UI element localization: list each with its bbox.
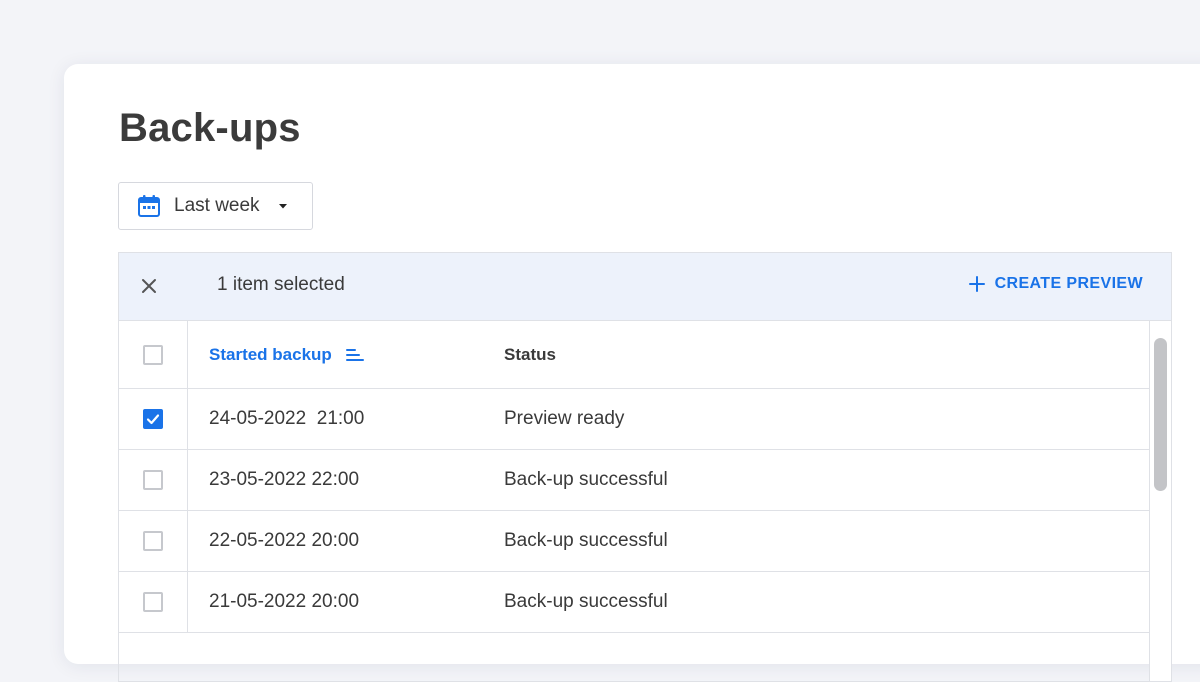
row-check-cell (119, 511, 188, 571)
started-backup-cell: 22-05-2022 20:00 (209, 530, 360, 551)
table-row[interactable]: 23-05-2022 22:00 Back-up successful (119, 450, 1151, 511)
selection-bar: 1 item selected CREATE PREVIEW (119, 253, 1171, 321)
row-checkbox[interactable] (143, 409, 163, 429)
started-backup-header[interactable]: Started backup (188, 345, 504, 365)
row-checkbox[interactable] (143, 531, 163, 551)
vertical-scrollbar[interactable] (1149, 321, 1171, 681)
scrollbar-thumb[interactable] (1154, 338, 1167, 491)
table-header-row: Started backup Status (119, 321, 1151, 389)
page-title: Back-ups (119, 106, 301, 150)
sort-icon (345, 348, 364, 361)
caret-down-icon (278, 204, 287, 209)
row-checkbox[interactable] (143, 592, 163, 612)
table-row[interactable]: 24-05-2022 21:00 Preview ready (119, 389, 1151, 450)
selected-count: 1 item selected (217, 274, 345, 295)
started-backup-cell: 23-05-2022 22:00 (209, 469, 360, 490)
close-icon[interactable] (140, 277, 158, 295)
status-cell: Preview ready (504, 408, 625, 429)
select-all-checkbox[interactable] (143, 344, 163, 365)
header-check-cell (119, 321, 188, 388)
started-backup-header-label: Started backup (209, 344, 332, 364)
checkmark-icon (146, 414, 160, 425)
table-row[interactable]: 22-05-2022 20:00 Back-up successful (119, 511, 1151, 572)
row-check-cell (119, 450, 188, 510)
calendar-icon (138, 195, 160, 217)
row-check-cell (119, 389, 188, 449)
status-cell: Back-up successful (504, 530, 668, 551)
backups-card: Back-ups Last week 1 item selected CREAT… (64, 64, 1200, 682)
status-cell: Back-up successful (504, 469, 668, 490)
table-grid: Started backup Status 24-05-2022 21:00 P… (119, 321, 1151, 633)
date-range-label: Last week (174, 195, 260, 216)
started-backup-cell: 21-05-2022 20:00 (209, 591, 360, 612)
row-check-cell (119, 572, 188, 632)
plus-icon (968, 276, 985, 292)
create-preview-label: CREATE PREVIEW (994, 275, 1143, 292)
status-header: Status (504, 344, 556, 364)
table-row[interactable]: 21-05-2022 20:00 Back-up successful (119, 572, 1151, 633)
backups-table: 1 item selected CREATE PREVIEW Started b… (118, 252, 1172, 682)
started-backup-cell: 24-05-2022 21:00 (209, 408, 365, 429)
date-range-dropdown[interactable]: Last week (118, 182, 313, 230)
status-cell: Back-up successful (504, 591, 668, 612)
row-checkbox[interactable] (143, 470, 163, 490)
create-preview-button[interactable]: CREATE PREVIEW (968, 275, 1143, 293)
